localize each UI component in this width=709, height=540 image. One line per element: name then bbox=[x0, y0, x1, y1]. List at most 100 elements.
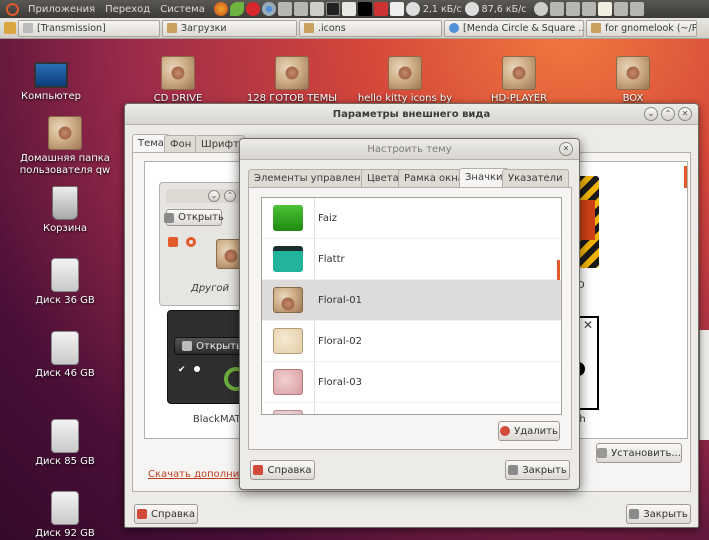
cd-drive-icon bbox=[161, 56, 195, 90]
network-icon[interactable] bbox=[277, 2, 292, 16]
disk-icon bbox=[51, 491, 79, 525]
menu-system[interactable]: Система bbox=[155, 4, 210, 15]
install-label: Установить... bbox=[611, 447, 681, 459]
desktop-icon-disk-46[interactable]: Диск 46 GB bbox=[15, 331, 115, 380]
robot-icon[interactable] bbox=[309, 2, 324, 16]
tab-pointers[interactable]: Указатели bbox=[502, 169, 569, 187]
desktop-icon-label: Компьютер bbox=[21, 91, 81, 102]
notes-icon[interactable] bbox=[597, 2, 612, 16]
editor-icon[interactable] bbox=[341, 2, 356, 16]
transmission-icon bbox=[23, 23, 33, 33]
background-window-edge bbox=[699, 330, 709, 440]
dialog-title: Настроить тему bbox=[367, 143, 452, 155]
tab-controls[interactable]: Элементы управления bbox=[248, 169, 380, 187]
checkbox-icon bbox=[168, 237, 178, 247]
desktop-icon-home[interactable]: Домашняя папка пользователя qw bbox=[13, 116, 117, 177]
wifi-icon[interactable] bbox=[533, 2, 548, 16]
task-label: [Transmission] bbox=[37, 22, 106, 34]
desktop-icon-cd-drive[interactable]: CD DRIVE bbox=[128, 56, 228, 105]
opera-icon[interactable] bbox=[245, 2, 260, 16]
task-transmission[interactable]: [Transmission] bbox=[18, 19, 160, 37]
dialog-titlebar[interactable]: Настроить тему ✕ bbox=[240, 139, 579, 160]
desktop-icon-hello-kitty[interactable]: hello kitty icons by bbox=[355, 56, 455, 105]
task-label: [Menda Circle & Square ... bbox=[463, 22, 584, 34]
desktop-icon-disk-85[interactable]: Диск 85 GB bbox=[15, 419, 115, 468]
install-button[interactable]: Установить... bbox=[596, 443, 682, 463]
help-label: Справка bbox=[267, 464, 312, 476]
list-item-flattr[interactable]: Flattr bbox=[262, 239, 561, 280]
list-item-label: Floral-02 bbox=[318, 335, 362, 347]
icon-cell bbox=[262, 321, 315, 361]
list-item-partial[interactable] bbox=[262, 403, 561, 414]
task-menda-circle[interactable]: [Menda Circle & Square ... bbox=[444, 19, 584, 37]
list-item-floral-03[interactable]: Floral-03 bbox=[262, 362, 561, 403]
tab-background[interactable]: Фон bbox=[164, 135, 198, 153]
desktop-icon-themes[interactable]: 128 ГОТОВ ТЕМЫ bbox=[242, 56, 342, 105]
close-button[interactable]: Закрыть bbox=[505, 460, 570, 480]
floral-folder-icon bbox=[273, 287, 303, 313]
task-downloads[interactable]: Загрузки bbox=[162, 19, 297, 37]
folder-icon bbox=[388, 56, 422, 90]
ubuntu-logo-icon[interactable] bbox=[6, 2, 19, 16]
terminal-icon[interactable] bbox=[325, 2, 340, 16]
help-button[interactable]: Справка bbox=[134, 504, 198, 524]
task-label: Загрузки bbox=[181, 22, 227, 34]
folder-icon bbox=[502, 56, 536, 90]
launcher-tray bbox=[213, 2, 420, 16]
radio-icon bbox=[194, 366, 200, 372]
task-icons-folder[interactable]: .icons bbox=[299, 19, 442, 37]
desktop-icon-disk-92[interactable]: Диск 92 GB bbox=[15, 491, 115, 540]
menu-applications[interactable]: Приложения bbox=[23, 4, 100, 15]
task-label: .icons bbox=[318, 22, 346, 34]
icon-cell bbox=[262, 362, 315, 402]
close-button[interactable]: Закрыть bbox=[626, 504, 691, 524]
gallery-scrollbar[interactable] bbox=[684, 166, 687, 188]
floral-folder-icon bbox=[273, 369, 303, 395]
delete-button[interactable]: Удалить bbox=[498, 421, 560, 441]
list-item-faiz[interactable]: Faiz bbox=[262, 198, 561, 239]
list-item-floral-02[interactable]: Floral-02 bbox=[262, 321, 561, 362]
network-icon-4[interactable] bbox=[565, 2, 580, 16]
network-icon-7[interactable] bbox=[629, 2, 644, 16]
desktop-icon-computer[interactable]: Компьютер bbox=[1, 58, 101, 103]
chromium-icon[interactable] bbox=[261, 2, 276, 16]
network-icon-5[interactable] bbox=[581, 2, 596, 16]
folder-icon bbox=[616, 56, 650, 90]
desktop-icon-hd-player[interactable]: HD-PLAYER bbox=[469, 56, 569, 105]
menu-places[interactable]: Переход bbox=[100, 4, 155, 15]
desktop-icon-box[interactable]: BOX bbox=[583, 56, 683, 105]
help-icon bbox=[136, 509, 147, 519]
delete-icon bbox=[500, 426, 511, 436]
leaf-icon[interactable] bbox=[229, 2, 244, 16]
close-icon[interactable]: ✕ bbox=[678, 107, 692, 121]
theme-card-other[interactable]: ⌄ ⌃ Открыть Другой bbox=[159, 182, 246, 306]
network-icon-6[interactable] bbox=[613, 2, 628, 16]
dialog-controls: ✕ bbox=[559, 142, 573, 156]
tab-fonts[interactable]: Шрифт bbox=[195, 135, 245, 153]
list-scrollbar[interactable] bbox=[557, 260, 560, 280]
network-icon-3[interactable] bbox=[549, 2, 564, 16]
close-icon bbox=[508, 465, 519, 475]
task-gnomelook[interactable]: for gnomelook (~/Pi bbox=[586, 19, 697, 37]
desktop-icon-trash[interactable]: Корзина bbox=[15, 186, 115, 235]
show-desktop-icon[interactable] bbox=[4, 22, 16, 34]
minimize-icon[interactable]: ⌄ bbox=[644, 107, 658, 121]
icon-cell bbox=[262, 198, 315, 238]
icon-cell bbox=[262, 403, 315, 414]
document-icon[interactable] bbox=[389, 2, 404, 16]
icon-theme-list[interactable]: Faiz Flattr Floral-01 Floral-02 Floral-0… bbox=[261, 197, 562, 415]
help-button[interactable]: Справка bbox=[250, 460, 315, 480]
minimize-icon: ⌄ bbox=[208, 190, 220, 202]
close-icon[interactable]: ✕ bbox=[559, 142, 573, 156]
black-window-icon[interactable] bbox=[357, 2, 372, 16]
taskbar: [Transmission] Загрузки .icons [Menda Ci… bbox=[0, 18, 709, 39]
firefox-icon[interactable] bbox=[213, 2, 228, 16]
maximize-icon[interactable]: ⌃ bbox=[661, 107, 675, 121]
phone-icon[interactable] bbox=[373, 2, 388, 16]
window-titlebar[interactable]: Параметры внешнего вида ⌄ ⌃ ✕ bbox=[125, 104, 698, 125]
list-item-floral-01[interactable]: Floral-01 bbox=[262, 280, 561, 321]
folder-icon bbox=[304, 23, 314, 33]
desktop-icon-disk-36[interactable]: Диск 36 GB bbox=[15, 258, 115, 307]
desktop-icon-label: Диск 92 GB bbox=[35, 528, 95, 539]
network-icon-2[interactable] bbox=[293, 2, 308, 16]
